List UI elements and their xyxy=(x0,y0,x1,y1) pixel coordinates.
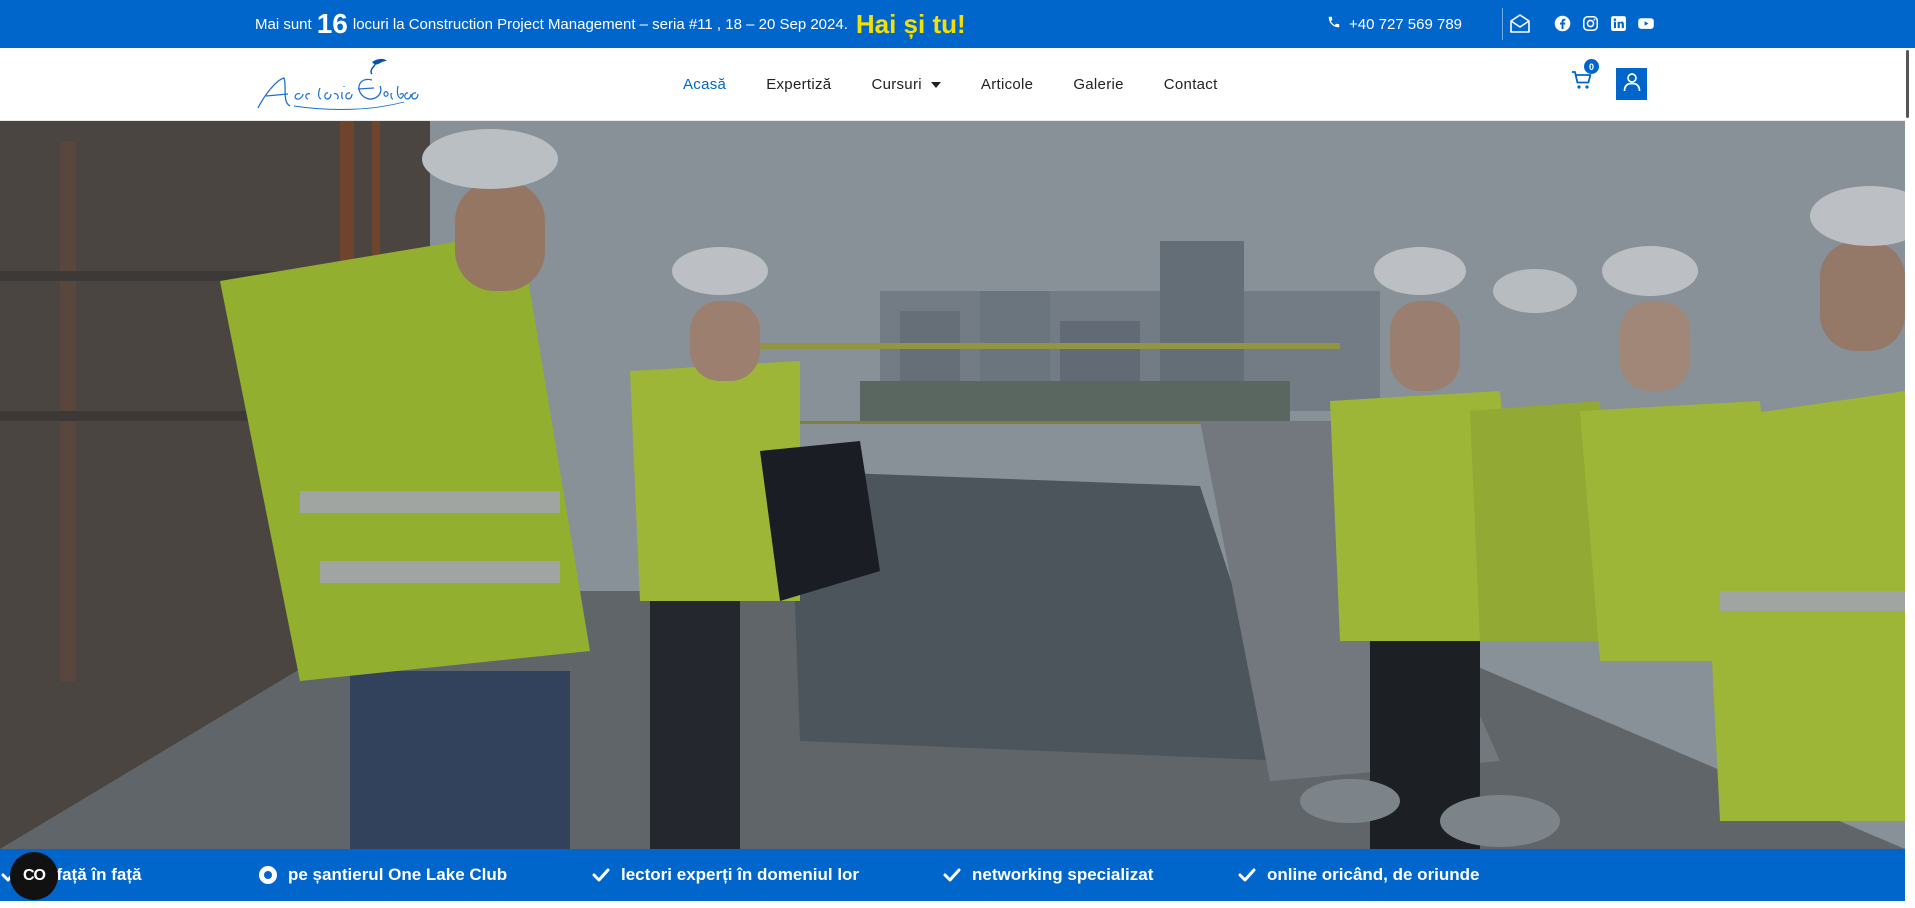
facebook-icon[interactable] xyxy=(1553,14,1571,32)
nav-item-label: Acasă xyxy=(683,76,727,93)
nav-item-cursuri[interactable]: Cursuri xyxy=(871,76,941,93)
mail-icon[interactable] xyxy=(1507,11,1533,37)
phone-icon xyxy=(1327,15,1341,33)
accessibility-button-label: CO xyxy=(23,867,46,884)
phone-link[interactable]: +40 727 569 789 xyxy=(1327,0,1462,48)
promo-message[interactable]: Mai sunt 16 locuri la Construction Proje… xyxy=(255,0,966,48)
cart-count-badge: 0 xyxy=(1584,59,1599,74)
nav-item-contact[interactable]: Contact xyxy=(1164,76,1218,93)
caret-down-icon[interactable] xyxy=(930,81,941,88)
hero-image xyxy=(0,121,1905,849)
marquee-item-text: pe șantierul One Lake Club xyxy=(288,865,508,884)
radio-icon xyxy=(258,865,278,885)
account-button[interactable] xyxy=(1616,68,1647,100)
page: Mai sunt 16 locuri la Construction Proje… xyxy=(0,0,1915,908)
promo-seat-count: 16 xyxy=(316,8,348,39)
nav-item-galerie[interactable]: Galerie xyxy=(1073,76,1123,93)
page-scrollbar[interactable] xyxy=(1905,48,1915,908)
check-icon xyxy=(591,865,611,885)
user-icon xyxy=(1623,72,1641,97)
hero-overlay xyxy=(0,121,1905,849)
marquee-item-text: online oricând, de oriunde xyxy=(1267,865,1480,884)
marquee-item: networking specializat xyxy=(942,849,1153,901)
promo-text: locuri la Construction Project Managemen… xyxy=(352,15,848,33)
check-icon xyxy=(942,865,962,885)
marquee-item: lectori experți în domeniul lor xyxy=(591,849,859,901)
site-header: Acasă Expertiză Cursuri Articole Galerie… xyxy=(0,48,1915,121)
phone-number: +40 727 569 789 xyxy=(1349,15,1463,33)
nav-item-acasa[interactable]: Acasă xyxy=(683,76,726,93)
announcement-bar: Mai sunt 16 locuri la Construction Proje… xyxy=(0,0,1915,48)
page-bottom-strip xyxy=(0,901,1915,908)
promo-prefix: Mai sunt xyxy=(255,15,312,33)
nav-item-label: Articole xyxy=(980,76,1034,93)
marquee-item: pe șantierul One Lake Club xyxy=(258,849,507,901)
main-nav: Acasă Expertiză Cursuri Articole Galerie… xyxy=(683,48,1218,121)
accessibility-button[interactable]: CO xyxy=(10,852,58,900)
marquee-item-text: lectori experți în domeniul lor xyxy=(621,865,860,884)
marquee-item-text: networking specializat xyxy=(972,865,1154,884)
cart-button[interactable]: 0 xyxy=(1570,59,1599,96)
nav-item-articole[interactable]: Articole xyxy=(981,76,1033,93)
divider xyxy=(1502,8,1503,40)
promo-cta[interactable]: Hai și tu! xyxy=(856,9,966,40)
nav-item-label: Cursuri xyxy=(871,76,922,93)
nav-item-label: Expertiză xyxy=(766,76,832,93)
nav-item-label: Contact xyxy=(1163,76,1218,93)
features-marquee: uri față în față pe șantierul One Lake C… xyxy=(0,849,1905,901)
youtube-icon[interactable] xyxy=(1637,14,1655,32)
linkedin-icon[interactable] xyxy=(1609,14,1627,32)
nav-item-expertiza[interactable]: Expertiză xyxy=(766,76,831,93)
site-logo[interactable] xyxy=(254,56,430,114)
nav-item-label: Galerie xyxy=(1073,76,1124,93)
cart-icon xyxy=(1570,71,1594,96)
instagram-icon[interactable] xyxy=(1581,14,1599,32)
marquee-item: online oricând, de oriunde xyxy=(1237,849,1480,901)
check-icon xyxy=(1237,865,1257,885)
scrollbar-thumb[interactable] xyxy=(1906,50,1909,118)
social-links xyxy=(1553,14,1655,32)
